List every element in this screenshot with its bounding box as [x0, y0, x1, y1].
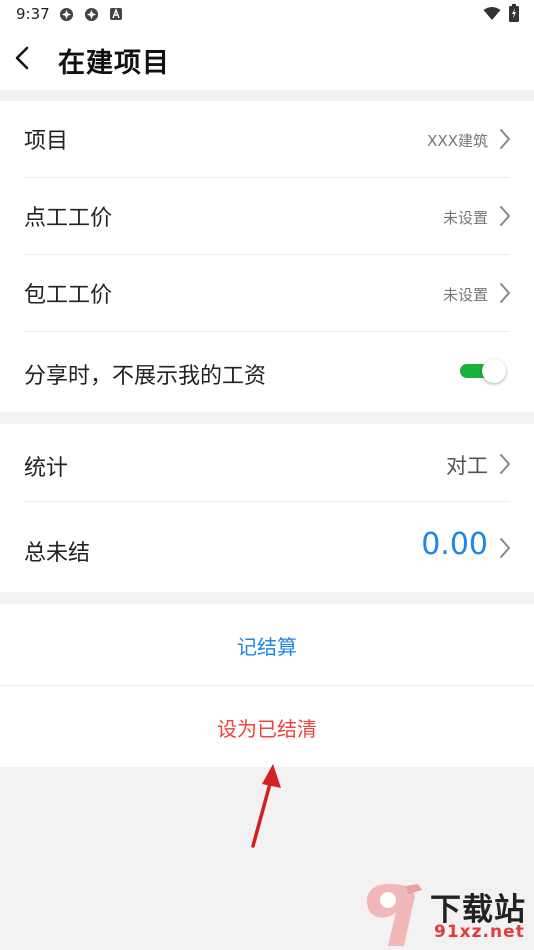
total-unsettled-row[interactable]: 总未结 0.00: [0, 502, 534, 592]
project-row[interactable]: 项目 XXX建筑: [0, 101, 534, 178]
day-work-price-value: 未设置: [442, 209, 488, 227]
chevron-right-icon: [500, 538, 510, 558]
chevron-right-icon: [500, 206, 510, 226]
hide-wage-row: 分享时，不展示我的工资: [0, 332, 534, 412]
day-work-price-row[interactable]: 点工工价 未设置: [0, 178, 534, 255]
day-work-price-label: 点工工价: [24, 206, 113, 231]
status-bar: 9:37: [0, 0, 534, 28]
statistics-row[interactable]: 统计 对工: [0, 424, 534, 502]
contract-work-price-label: 包工工价: [24, 283, 113, 308]
total-unsettled-label: 总未结: [24, 541, 91, 566]
chevron-right-icon: [500, 283, 510, 303]
statistics-label: 统计: [24, 456, 69, 481]
mark-settled-button[interactable]: 设为已结清: [0, 713, 534, 742]
project-label: 项目: [24, 129, 69, 154]
wifi-icon: [483, 7, 501, 20]
app-bar: 在建项目: [0, 28, 534, 90]
battery-charging-icon: [509, 4, 519, 22]
contract-work-price-value: 未设置: [442, 286, 488, 304]
record-settlement-button[interactable]: 记结算: [0, 631, 534, 660]
actions-card: 记结算 设为已结清: [0, 604, 534, 767]
app-notification-icon: [84, 7, 99, 22]
toggle-knob: [482, 359, 506, 383]
status-time: 9:37: [16, 5, 50, 23]
statistics-card: 统计 对工 总未结 0.00: [0, 424, 534, 592]
watermark-url: 91xz.net: [434, 922, 525, 942]
project-settings-card: 项目 XXX建筑 点工工价 未设置 包工工价 未设置 分享时，不展示我的工资: [0, 101, 534, 412]
chevron-left-icon[interactable]: [12, 43, 34, 73]
project-value: XXX建筑: [427, 132, 488, 150]
watermark: 下载站 91xz.net: [362, 880, 534, 950]
text-notification-icon: [110, 8, 122, 20]
divider: [0, 685, 534, 686]
chevron-right-icon: [500, 129, 510, 149]
total-unsettled-amount: 0.00: [421, 527, 488, 562]
hide-wage-toggle[interactable]: [460, 359, 506, 383]
annotation-arrow-icon: [251, 764, 281, 848]
statistics-value: 对工: [446, 454, 488, 478]
page-title: 在建项目: [58, 48, 170, 79]
chevron-right-icon: [500, 454, 510, 474]
contract-work-price-row[interactable]: 包工工价 未设置: [0, 255, 534, 332]
hide-wage-label: 分享时，不展示我的工资: [24, 364, 267, 389]
watermark-logo-icon: [366, 884, 422, 946]
app-notification-icon: [59, 7, 74, 22]
